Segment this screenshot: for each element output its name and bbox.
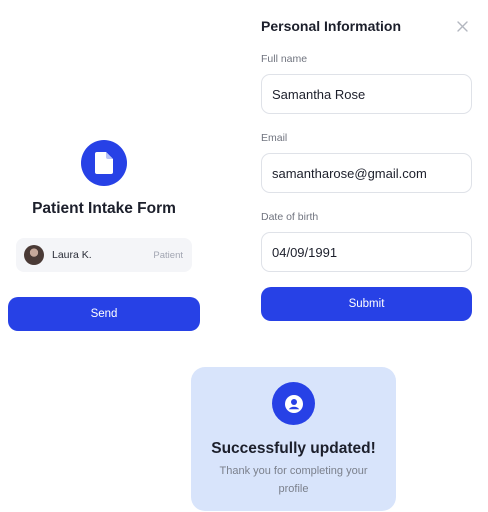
email-field[interactable]: samantharose@gmail.com [261,153,472,193]
patient-chip[interactable]: Laura K. Patient [16,238,192,272]
close-icon[interactable] [454,18,470,34]
date-of-birth-field[interactable]: 04/09/1991 [261,232,472,272]
success-card: Successfully updated! Thank you for comp… [191,367,396,511]
send-button[interactable]: Send [8,297,200,331]
personal-info-title: Personal Information [261,18,402,34]
success-message: Thank you for completing your profile [219,465,368,495]
date-of-birth-label: Date of birth [261,211,319,223]
email-label: Email [261,132,288,144]
intake-card: Patient Intake Form Laura K. Patient Sen… [0,0,210,512]
app-canvas: Patient Intake Form Laura K. Patient Sen… [0,0,488,512]
patient-name: Laura K. [52,249,92,261]
patient-role: Patient [153,249,183,261]
full-name-field[interactable]: Samantha Rose [261,74,472,114]
success-title: Successfully updated! [211,440,376,457]
personal-information-card: Personal Information Full name Samantha … [248,0,488,340]
document-icon [81,140,127,186]
avatar [24,245,44,265]
submit-button[interactable]: Submit [261,287,472,321]
user-circle-icon [272,382,315,425]
intake-form-title: Patient Intake Form [32,200,176,217]
full-name-label: Full name [261,53,308,65]
